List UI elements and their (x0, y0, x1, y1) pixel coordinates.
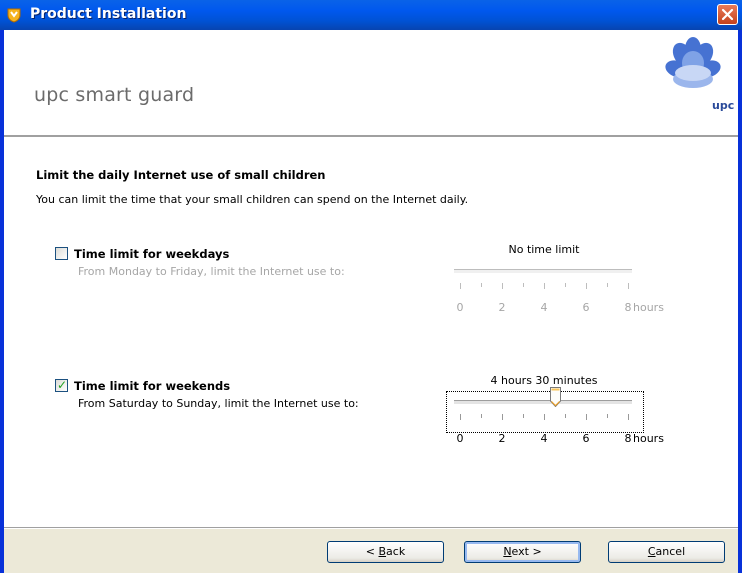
slider-tick (460, 283, 461, 289)
slider-tick (502, 414, 503, 420)
slider-focus-rect (446, 391, 644, 433)
slider-tick (586, 283, 587, 289)
slider-tick (607, 414, 608, 418)
slider-tick (628, 414, 629, 420)
weekends-slider[interactable]: 4 hours 30 minutes 0 2 4 6 8 hours (444, 374, 665, 452)
weekdays-checkbox[interactable] (55, 247, 68, 260)
slider-tick (481, 283, 482, 287)
weekdays-ticks (444, 283, 665, 291)
weekends-value: 4 hours 30 minutes (490, 374, 598, 387)
window-frame-right (738, 30, 742, 573)
slider-tick (481, 414, 482, 418)
weekends-slider-track (454, 400, 632, 405)
slider-tick (607, 283, 608, 287)
shield-icon (7, 8, 21, 23)
slider-tick (586, 414, 587, 420)
wizard-header: upc smart guard (4, 30, 738, 135)
next-button[interactable]: Next > (464, 541, 581, 563)
product-name: upc smart guard (34, 84, 195, 106)
scale-label: 6 (582, 301, 590, 314)
upc-logo-icon (665, 37, 721, 88)
weekdays-slider-track (454, 269, 632, 274)
slider-tick (544, 283, 545, 289)
slider-tick (544, 414, 545, 420)
slider-tick (565, 283, 566, 287)
checkmark-icon: ✓ (57, 378, 68, 392)
weekends-checkbox[interactable]: ✓ (55, 378, 68, 392)
slider-tick (628, 283, 629, 289)
logo-text: upc (712, 99, 735, 112)
slider-tick (523, 414, 524, 418)
weekends-label[interactable]: Time limit for weekends (74, 379, 230, 393)
title-bar: Product Installation (0, 0, 742, 30)
weekdays-value: No time limit (508, 243, 580, 256)
scale-label: 8 (624, 432, 632, 445)
slider-tick (565, 414, 566, 418)
weekdays-slider[interactable]: No time limit 0 2 4 6 8 hours (444, 243, 665, 321)
weekends-sublabel: From Saturday to Sunday, limit the Inter… (78, 397, 359, 410)
scale-label: 0 (456, 301, 464, 314)
close-button[interactable] (717, 4, 738, 25)
close-icon (721, 8, 734, 21)
slider-tick (502, 283, 503, 289)
weekdays-label[interactable]: Time limit for weekdays (74, 247, 229, 261)
scale-label: 6 (582, 432, 590, 445)
cancel-button[interactable]: Cancel (608, 541, 725, 563)
scale-unit: hours (633, 301, 664, 314)
scale-label: 8 (624, 301, 632, 314)
weekends-ticks (444, 414, 665, 422)
page-heading: Limit the daily Internet use of small ch… (36, 168, 326, 182)
back-button[interactable]: < Back (327, 541, 444, 563)
weekdays-sublabel: From Monday to Friday, limit the Interne… (78, 265, 345, 278)
scale-label: 2 (498, 301, 506, 314)
slider-tick (460, 414, 461, 420)
scale-label: 0 (456, 432, 464, 445)
scale-unit: hours (633, 432, 664, 445)
slider-tick (523, 283, 524, 287)
scale-label: 4 (540, 432, 548, 445)
page-description: You can limit the time that your small c… (36, 193, 469, 206)
window-title: Product Installation (30, 6, 187, 22)
scale-label: 2 (498, 432, 506, 445)
scale-label: 4 (540, 301, 548, 314)
slider-thumb-icon[interactable] (549, 387, 561, 407)
